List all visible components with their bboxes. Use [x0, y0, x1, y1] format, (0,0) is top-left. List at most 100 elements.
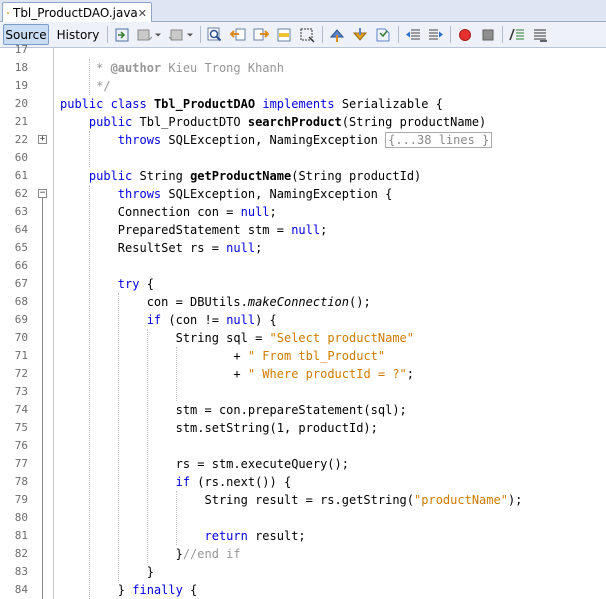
code-token: ; [320, 223, 328, 237]
code-line[interactable]: 63 Connection con = null; [0, 203, 606, 221]
line-number: 63 [14, 205, 28, 218]
line-number: 78 [14, 475, 28, 488]
file-tab[interactable]: Tbl_ProductDAO.java ✕ [2, 2, 152, 23]
line-number: 82 [14, 547, 28, 560]
code-line[interactable]: 60 [0, 149, 606, 167]
code-line[interactable]: 80 [0, 509, 606, 527]
code-token: ; [406, 367, 415, 381]
line-number: 80 [14, 511, 28, 524]
line-number: 75 [14, 421, 28, 434]
code-text: + " Where productId = ?"; [60, 365, 414, 383]
code-token: Tbl_ProductDAO [153, 97, 256, 111]
code-text: public Tbl_ProductDTO searchProduct(Stri… [60, 113, 486, 131]
folded-code-marker[interactable]: {...38 lines } [385, 132, 493, 148]
code-token: } [60, 565, 154, 579]
code-token: Kieu Trong Khanh [161, 61, 284, 75]
code-line[interactable]: 79 String result = rs.getString("product… [0, 491, 606, 509]
code-text: public String getProductName(String prod… [60, 167, 421, 185]
code-token: finally [132, 583, 183, 597]
code-line[interactable]: 72 + " Where productId = ?"; [0, 365, 606, 383]
code-line[interactable]: 84 } finally { [0, 581, 606, 599]
code-line[interactable]: 65 ResultSet rs = null; [0, 239, 606, 257]
code-line[interactable]: 81 return result; [0, 527, 606, 545]
tab-history-label: History [56, 27, 100, 42]
line-number: 67 [14, 277, 28, 290]
code-token: ) { [255, 313, 277, 327]
code-editor[interactable]: 17 18 * @author Kieu Trong Khanh 19 */20 pu… [0, 43, 606, 599]
code-token: Connection con = [60, 205, 241, 219]
code-token: SQLException, NamingException [161, 133, 386, 147]
line-number: 64 [14, 223, 28, 236]
code-text: */ [60, 77, 110, 95]
code-text: + " From tbl_Product" [60, 347, 385, 365]
line-number: 19 [14, 79, 28, 92]
code-token: return [204, 529, 248, 543]
line-number: 83 [14, 565, 28, 578]
java-file-icon [7, 12, 9, 14]
code-line[interactable]: 62 − throws SQLException, NamingException… [0, 185, 606, 203]
code-text: stm = con.prepareStatement(sql); [60, 401, 407, 419]
code-line[interactable]: 61 public String getProductName(String p… [0, 167, 606, 185]
line-number: 68 [14, 295, 28, 308]
line-number: 72 [14, 367, 28, 380]
code-line[interactable]: 83 } [0, 563, 606, 581]
code-token: String [132, 169, 191, 183]
code-token: ResultSet rs = [60, 241, 227, 255]
code-line[interactable]: 20 public class Tbl_ProductDAO implements… [0, 95, 606, 113]
line-number: 18 [14, 61, 28, 74]
code-line[interactable]: 73 [0, 383, 606, 401]
code-line[interactable]: 74 stm = con.prepareStatement(sql); [0, 401, 606, 419]
code-line[interactable]: 68 con = DBUtils.makeConnection(); [0, 293, 606, 311]
code-token: String result = rs.getString( [60, 493, 415, 507]
code-token: class [110, 97, 147, 111]
line-number: 74 [14, 403, 28, 416]
code-text: * @author Kieu Trong Khanh [60, 59, 284, 77]
code-token: String sql = [60, 331, 270, 345]
code-line[interactable]: 22 + throws SQLException, NamingException… [0, 131, 606, 149]
code-text: try { [60, 275, 154, 293]
code-line[interactable]: 67 try { [0, 275, 606, 293]
code-line[interactable]: 21 public Tbl_ProductDTO searchProduct(S… [0, 113, 606, 131]
code-line[interactable]: 82 }//end if [0, 545, 606, 563]
editor-tab-strip: Tbl_ProductDAO.java ✕ [0, 0, 606, 23]
code-line[interactable]: 75 stm.setString(1, productId); [0, 419, 606, 437]
code-line[interactable]: 69 if (con != null) { [0, 311, 606, 329]
code-token: searchProduct [247, 115, 342, 129]
code-line[interactable]: 18 * @author Kieu Trong Khanh [0, 59, 606, 77]
code-token: (); [349, 295, 371, 309]
code-line[interactable]: 70 String sql = "Select productName" [0, 329, 606, 347]
code-token: PreparedStatement stm = [60, 223, 292, 237]
code-text: stm.setString(1, productId); [60, 419, 378, 437]
code-text: throws SQLException, NamingException { [60, 185, 393, 203]
code-line[interactable]: 77 rs = stm.executeQuery(); [0, 455, 606, 473]
code-token: (con != [161, 313, 227, 327]
code-token: (String productName) [341, 115, 487, 129]
expand-fold-icon[interactable]: + [38, 135, 47, 144]
line-number: 69 [14, 313, 28, 326]
code-token: public [88, 115, 133, 129]
code-line[interactable]: 76 [0, 437, 606, 455]
code-line[interactable]: 64 PreparedStatement stm = null; [0, 221, 606, 239]
code-line[interactable]: 19 */ [0, 77, 606, 95]
code-text: } finally { [60, 581, 197, 599]
code-token: ; [255, 241, 263, 255]
fold-range-line [42, 198, 43, 599]
code-token: if [175, 475, 191, 489]
line-number: 20 [14, 97, 28, 110]
code-text: return result; [60, 527, 306, 545]
close-icon[interactable]: ✕ [138, 7, 147, 20]
line-number: 81 [14, 529, 28, 542]
code-line[interactable]: 17 [0, 41, 606, 59]
code-token: (String productId) [291, 169, 422, 183]
code-line[interactable]: 71 + " From tbl_Product" [0, 347, 606, 365]
collapse-fold-icon[interactable]: − [38, 189, 47, 198]
code-token: null [291, 223, 321, 237]
code-line[interactable]: 66 [0, 257, 606, 275]
code-token: con = DBUtils. [60, 295, 248, 309]
code-line[interactable]: 78 if (rs.next()) { [0, 473, 606, 491]
line-number: 22 [14, 133, 28, 146]
